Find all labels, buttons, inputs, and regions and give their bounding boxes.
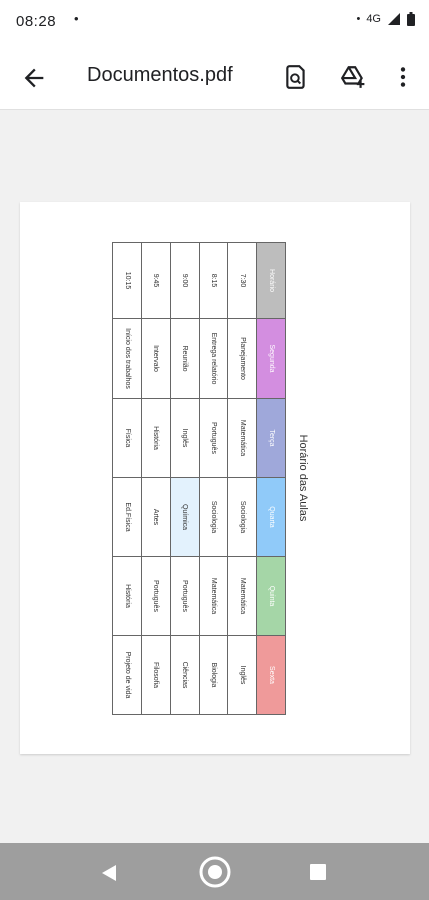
table-cell: 7:30 — [227, 242, 257, 319]
table-cell: Biologia — [199, 635, 228, 715]
schedule-title-text: Horário das Aulas — [297, 434, 309, 522]
table-row: 9:00 Reunião Inglês Química Português Ciência… — [170, 242, 200, 715]
header-cell: Quinta — [256, 556, 286, 636]
small-dot-icon: • — [356, 13, 361, 25]
more-options-icon[interactable] — [390, 64, 416, 90]
table-cell: Artes — [141, 477, 171, 557]
nav-recents-icon[interactable] — [309, 863, 327, 881]
table-cell: 9:00 — [170, 242, 200, 319]
table-cell: Português — [141, 556, 171, 636]
table-cell: Inglês — [170, 398, 200, 478]
schedule-title: Horário das Aulas — [297, 242, 309, 714]
table-cell: Inglês — [227, 635, 257, 715]
table-cell: Matemática — [227, 398, 257, 478]
nav-home-icon[interactable] — [198, 855, 232, 889]
header-cell: Sexta — [256, 635, 286, 715]
table-row: 10:15 Início dos trabalhos Física Ed.Física… — [112, 242, 142, 715]
network-type-label: 4G — [366, 13, 381, 25]
table-cell: Português — [199, 398, 228, 478]
navigation-bar — [0, 843, 429, 900]
table-cell: Início dos trabalhos — [112, 318, 142, 399]
table-cell: Ciências — [170, 635, 200, 715]
table-cell: Projeto de vida — [112, 635, 142, 715]
table-cell: Filosofia — [141, 635, 171, 715]
table-cell: Matemática — [227, 556, 257, 636]
app-bar: Documentos.pdf — [0, 44, 429, 110]
document-title: Documentos.pdf — [87, 64, 233, 86]
table-cell: Ed.Física — [112, 477, 142, 557]
header-cell: Terça — [256, 398, 286, 478]
table-cell: Matemática — [199, 556, 228, 636]
header-cell: Segunda — [256, 318, 286, 399]
battery-icon — [407, 12, 415, 26]
table-cell: Reunião — [170, 318, 200, 399]
table-cell: Sociologia — [227, 477, 257, 557]
table-row: 9:45 Intervalo História Artes Português Filos… — [141, 242, 171, 715]
status-time: 08:28 — [16, 13, 57, 30]
status-bar: 08:28 • • 4G — [0, 0, 429, 44]
header-cell: Quarta — [256, 477, 286, 557]
header-cell: Horário — [256, 242, 286, 319]
table-row: 8:15 Entrega relatório Português Sociologia… — [199, 242, 228, 715]
table-cell: Intervalo — [141, 318, 171, 399]
signal-icon — [388, 13, 400, 25]
header-row: Horário Segunda Terça Quarta Quinta Sexta — [256, 242, 286, 715]
table-cell: 8:15 — [199, 242, 228, 319]
table-cell: Português — [170, 556, 200, 636]
table-cell: História — [141, 398, 171, 478]
status-icons: • 4G — [356, 12, 415, 26]
table-cell: Química — [170, 477, 200, 557]
search-in-document-icon[interactable] — [283, 64, 309, 90]
add-to-drive-icon[interactable] — [340, 64, 366, 90]
back-arrow-icon[interactable] — [20, 64, 48, 92]
table-cell: 10:15 — [112, 242, 142, 319]
nav-back-icon[interactable] — [99, 863, 119, 883]
table-cell: História — [112, 556, 142, 636]
table-cell: Sociologia — [199, 477, 228, 557]
table-row: 7:30 Planejamento Matemática Sociologia Mate… — [227, 242, 257, 715]
table-cell: Planejamento — [227, 318, 257, 399]
table-cell: 9:45 — [141, 242, 171, 319]
schedule-table: Horário Segunda Terça Quarta Quinta Sexta 7:30… — [112, 242, 286, 715]
table-cell: Física — [112, 398, 142, 478]
notification-dot: • — [74, 11, 79, 26]
schedule-table-wrapper: Horário Segunda Terça Quarta Quinta Sexta 7:30… — [112, 242, 286, 715]
table-cell: Entrega relatório — [199, 318, 228, 399]
